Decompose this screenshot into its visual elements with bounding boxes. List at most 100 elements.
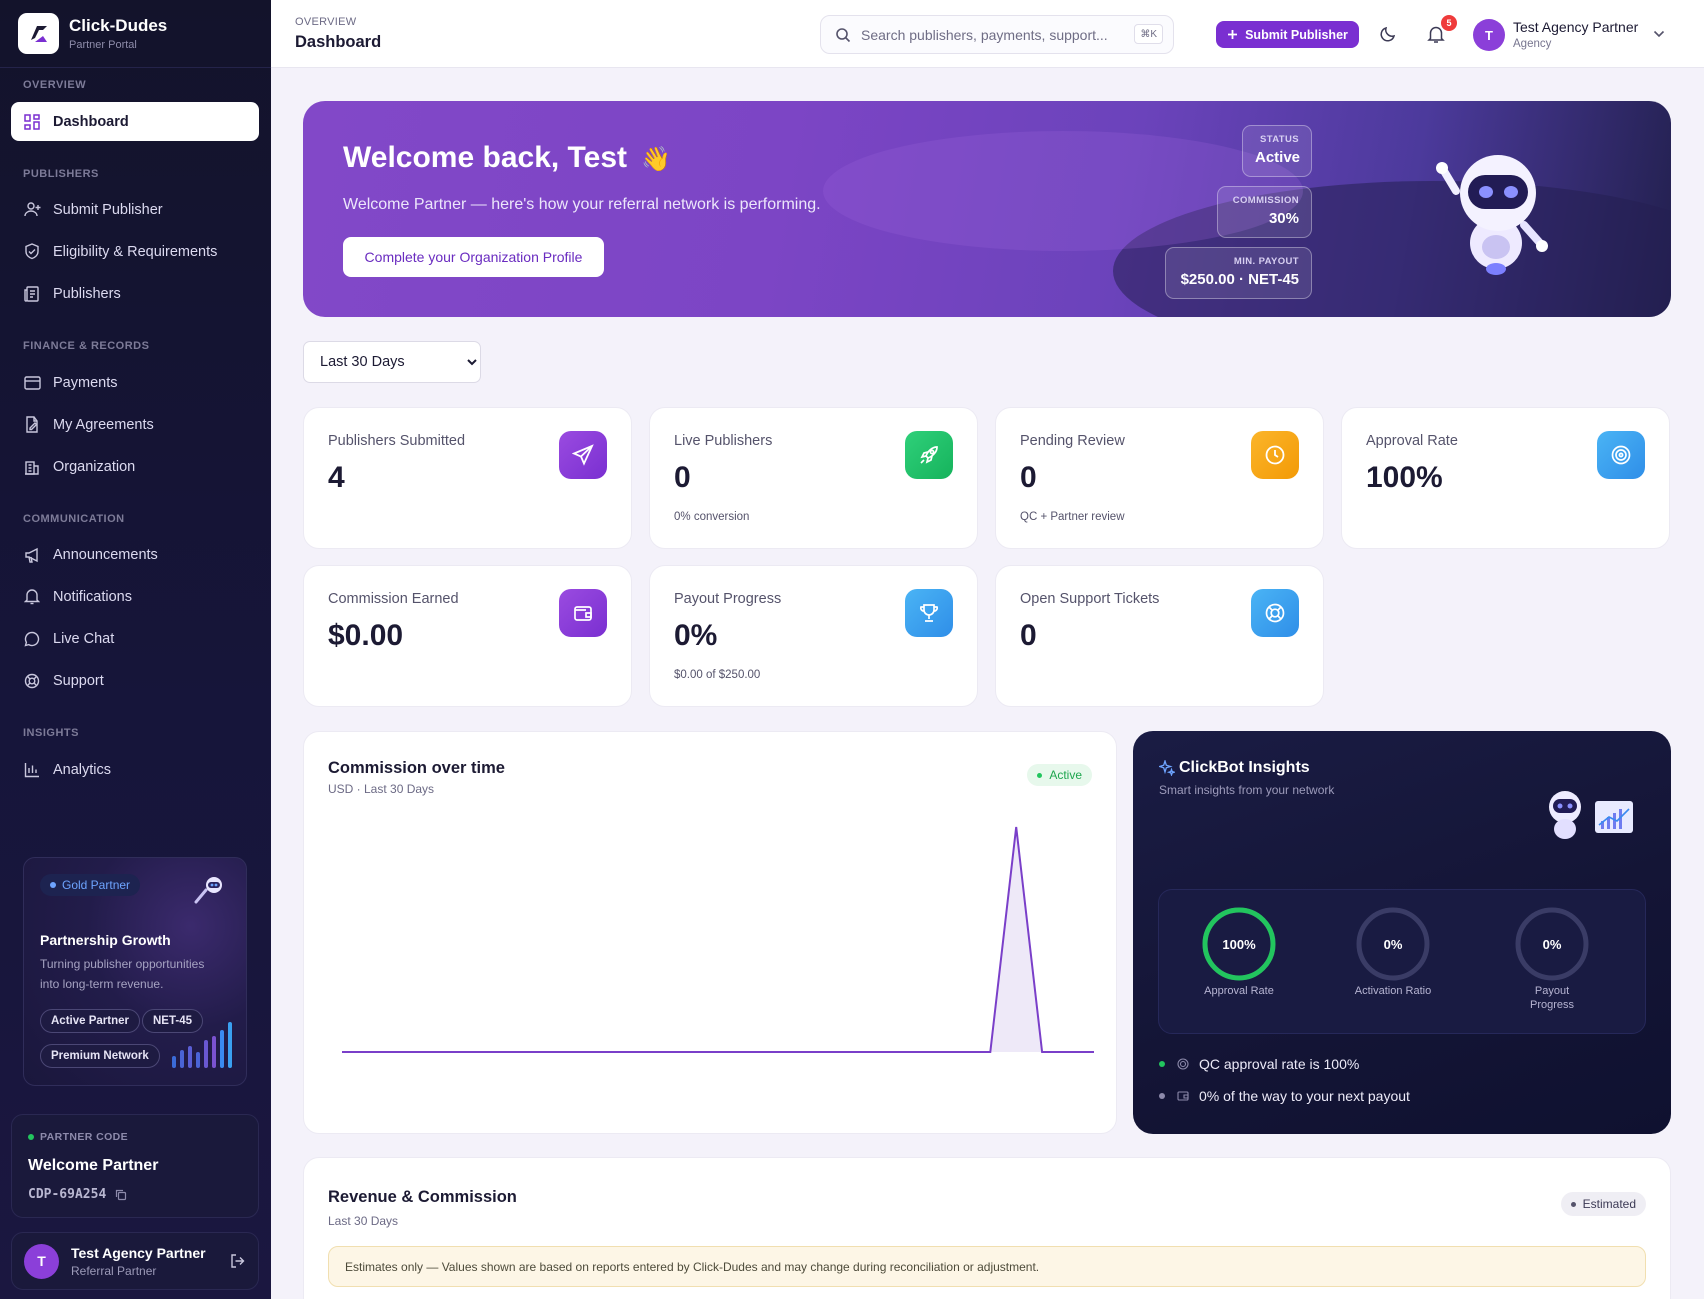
avatar[interactable]: T [1473, 19, 1505, 51]
stat-card-live-publishers: Live Publishers 0 0% conversion [649, 407, 978, 549]
partner-code-label: PARTNER CODE [28, 1131, 242, 1143]
brand-subtitle: Partner Portal [69, 39, 137, 51]
insight-text: 0% of the way to your next payout [1199, 1088, 1410, 1104]
sidebar-item-analytics[interactable]: Analytics [11, 750, 259, 789]
sidebar-item-dashboard[interactable]: Dashboard [11, 102, 259, 141]
commission-chip: COMMISSION 30% [1217, 186, 1312, 238]
insight-rings-panel: 100% Approval Rate 0% Activation Ratio 0… [1158, 889, 1646, 1034]
megaphone-icon [23, 546, 41, 564]
gold-partner-badge: Gold Partner [40, 874, 141, 896]
search-icon [835, 27, 851, 43]
waving-hand-icon: 👋 [641, 146, 672, 173]
growth-bars-graphic [170, 1018, 234, 1070]
revenue-commission-card: Revenue & Commission Last 30 Days Estima… [303, 1157, 1671, 1299]
submit-publisher-button[interactable]: Submit Publisher [1216, 21, 1359, 48]
plus-icon [1227, 29, 1238, 40]
status-chip-label: STATUS [1260, 134, 1299, 145]
sidebar-item-label: My Agreements [53, 416, 154, 433]
sidebar-item-label: Payments [53, 374, 118, 391]
header-user-role: Agency [1513, 38, 1552, 50]
copy-icon[interactable] [115, 1189, 127, 1201]
sidebar-item-label: Notifications [53, 588, 132, 605]
moon-icon[interactable] [1379, 25, 1397, 43]
tag-premium-network: Premium Network [40, 1044, 160, 1068]
sidebar-item-label: Eligibility & Requirements [53, 243, 218, 260]
insight-text: QC approval rate is 100% [1199, 1056, 1360, 1072]
estimates-notice: Estimates only — Values shown are based … [328, 1246, 1646, 1287]
min-payout-chip-label: MIN. PAYOUT [1233, 256, 1299, 267]
partner-code-value-row: CDP-69A254 [28, 1187, 242, 1202]
brand-name: Click-Dudes [69, 16, 168, 35]
bell-icon [23, 588, 41, 606]
estimated-badge-label: Estimated [1582, 1197, 1636, 1211]
search-placeholder: Search publishers, payments, support... [861, 26, 1108, 43]
ring-graphic: 100% [1202, 907, 1276, 981]
promo-text: Turning publisher opportunities into lon… [40, 957, 205, 991]
ring-value: 0% [1384, 937, 1403, 952]
shield-check-icon [23, 243, 41, 261]
send-icon [559, 431, 607, 479]
breadcrumb[interactable]: OVERVIEW [295, 16, 357, 28]
lifebuoy-icon [23, 672, 41, 690]
sidebar-item-label: Announcements [53, 546, 158, 563]
period-select[interactable]: Last 30 Days [303, 341, 481, 383]
avatar: T [24, 1243, 59, 1279]
section-label-communication: COMMUNICATION [23, 513, 125, 525]
clock-icon [1251, 431, 1299, 479]
bar-chart-icon [23, 761, 41, 779]
section-label-insights: INSIGHTS [23, 727, 79, 739]
welcome-hero: Welcome back, Test 👋 Welcome Partner — h… [303, 101, 1671, 317]
section-label-finance: FINANCE & RECORDS [23, 340, 150, 352]
sidebar-user-card[interactable]: T Test Agency Partner Referral Partner [11, 1232, 259, 1290]
header-user-name[interactable]: Test Agency Partner [1513, 19, 1638, 35]
estimated-badge: Estimated [1560, 1192, 1646, 1216]
sidebar-item-eligibility[interactable]: Eligibility & Requirements [11, 232, 259, 271]
payout-progress-ring: 0% Payout Progress [1512, 904, 1592, 1012]
sidebar-item-organization[interactable]: Organization [11, 447, 259, 486]
sidebar-item-label: Analytics [53, 761, 112, 778]
sidebar-user-role: Referral Partner [71, 1263, 157, 1278]
stat-subtext: $0.00 of $250.00 [674, 669, 761, 681]
ring-label: Approval Rate [1204, 985, 1274, 997]
ring-label: Payout Progress [1529, 985, 1575, 1011]
ring-graphic: 0% [1515, 907, 1589, 981]
sidebar-item-submit-publisher[interactable]: Submit Publisher [11, 190, 259, 229]
hero-title: Welcome back, Test 👋 [343, 141, 671, 175]
sidebar-item-label: Support [53, 672, 104, 689]
sidebar-item-support[interactable]: Support [11, 661, 259, 700]
stat-subtext: 0% conversion [674, 511, 750, 523]
stat-card-payout-progress: Payout Progress 0% $0.00 of $250.00 [649, 565, 978, 707]
sidebar: Click-Dudes Partner Portal OVERVIEW Dash… [0, 0, 271, 1299]
partner-code-name: Welcome Partner [28, 1157, 159, 1174]
target-icon [1597, 431, 1645, 479]
sidebar-item-live-chat[interactable]: Live Chat [11, 619, 259, 658]
gold-partner-label: Gold Partner [62, 878, 131, 892]
sidebar-item-agreements[interactable]: My Agreements [11, 405, 259, 444]
logout-icon[interactable] [230, 1253, 246, 1269]
commission-chip-label: COMMISSION [1232, 195, 1299, 206]
insight-line-approval: QC approval rate is 100% [1159, 1056, 1359, 1072]
chevron-down-icon[interactable] [1653, 30, 1665, 38]
sidebar-item-label: Live Chat [53, 630, 115, 647]
promo-title: Partnership Growth [40, 932, 171, 948]
sidebar-item-notifications[interactable]: Notifications [11, 577, 259, 616]
chat-bubble-icon [23, 630, 41, 648]
insights-subtitle: Smart insights from your network [1159, 783, 1335, 797]
min-payout-chip-value: $250.00 · NET-45 [1180, 271, 1299, 288]
stat-card-pending-review: Pending Review 0 QC + Partner review [995, 407, 1324, 549]
activation-ratio-ring: 0% Activation Ratio [1353, 904, 1433, 998]
partnership-promo-card: Gold Partner Partnership Growth Turning … [23, 857, 247, 1086]
wallet-icon [559, 589, 607, 637]
stat-card-commission-earned: Commission Earned $0.00 [303, 565, 632, 707]
partner-code-value: CDP-69A254 [28, 1187, 107, 1202]
submit-publisher-label: Submit Publisher [1245, 27, 1348, 42]
page-title: Dashboard [295, 33, 382, 51]
hero-title-text: Welcome back, Test [343, 141, 628, 174]
sidebar-item-payments[interactable]: Payments [11, 363, 259, 402]
search-input[interactable]: Search publishers, payments, support... … [820, 15, 1174, 54]
sidebar-item-publishers[interactable]: Publishers [11, 274, 259, 313]
brand[interactable]: Click-Dudes Partner Portal [0, 0, 271, 68]
sidebar-item-announcements[interactable]: Announcements [11, 535, 259, 574]
complete-profile-button[interactable]: Complete your Organization Profile [343, 237, 604, 277]
commission-chart-plot[interactable] [304, 732, 1118, 1135]
